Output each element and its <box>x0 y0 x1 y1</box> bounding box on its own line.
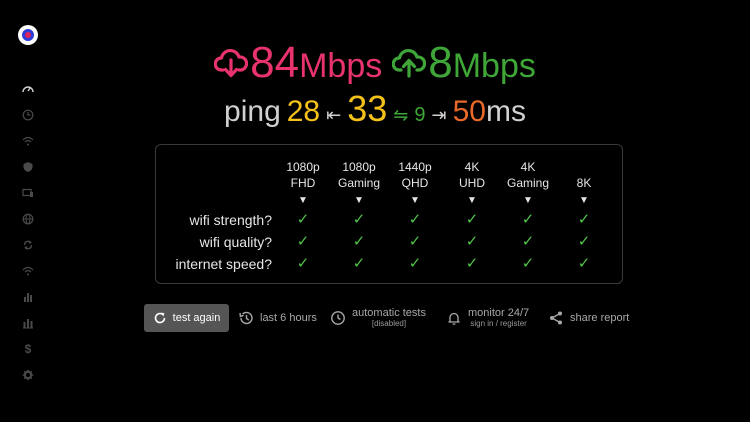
quality-card: 1080p FHD ▼ 1080p Gaming ▼ 1440p QHD ▼ 4… <box>155 144 623 284</box>
gear-icon[interactable] <box>21 368 35 382</box>
check-icon: ✓ <box>521 211 535 228</box>
upload-unit: Mbps <box>452 47 536 85</box>
column-header: 8K ▼ <box>554 159 614 209</box>
upload-value: 8 <box>428 38 453 87</box>
dollar-icon[interactable]: $ <box>21 342 35 356</box>
check-icon: ✓ <box>408 211 422 228</box>
column-line1: 1080p <box>286 160 320 174</box>
last-hours-button[interactable]: last 6 hours <box>238 304 317 332</box>
column-header: 1080p Gaming ▼ <box>329 159 389 209</box>
row-label-internet-speed: internet speed? <box>175 256 272 272</box>
column-line1: 4K <box>520 160 536 174</box>
download-speed: 84 Mbps <box>214 41 382 85</box>
ping-label: ping <box>224 95 281 128</box>
speed-results: 84 Mbps 8 Mbps <box>0 34 750 92</box>
check-icon: ✓ <box>352 255 366 272</box>
check-icon: ✓ <box>352 233 366 250</box>
column-marker-icon: ▼ <box>467 195 477 206</box>
check-icon: ✓ <box>521 255 535 272</box>
column-header: 1440p QHD ▼ <box>385 159 445 209</box>
check-icon: ✓ <box>577 233 591 250</box>
ping-unit: ms <box>485 95 526 128</box>
globe-icon[interactable] <box>21 212 35 226</box>
column-marker-icon: ▼ <box>298 195 308 206</box>
check-icon: ✓ <box>296 255 310 272</box>
column-line1: 1440p <box>398 160 432 174</box>
monitor-label: monitor 24/7 <box>468 307 530 319</box>
cloud-download-icon <box>214 48 249 78</box>
clock-icon <box>331 311 345 325</box>
wifi-signal-icon[interactable] <box>21 134 35 148</box>
devices-icon[interactable] <box>21 186 35 200</box>
refresh-icon <box>154 312 165 324</box>
column-header: 1080p FHD ▼ <box>273 159 333 209</box>
check-icon: ✓ <box>296 211 310 228</box>
column-line2: QHD <box>401 176 429 190</box>
sync-icon[interactable] <box>21 238 35 252</box>
column-line2: FHD <box>290 176 316 190</box>
check-icon: ✓ <box>465 211 479 228</box>
column-header: 4K UHD ▼ <box>442 159 502 209</box>
monitor-sub-label: sign in / register <box>470 319 527 328</box>
arrow-right-icon: ⇥ <box>431 105 447 125</box>
history-icon <box>239 311 253 325</box>
check-icon: ✓ <box>577 211 591 228</box>
action-bar: test again last 6 hours automatic tests … <box>144 304 644 332</box>
wifi-icon[interactable] <box>21 264 35 278</box>
download-value: 84 <box>250 38 300 87</box>
check-icon: ✓ <box>521 233 535 250</box>
test-again-button[interactable]: test again <box>144 304 229 332</box>
monitor-button[interactable]: monitor 24/7 sign in / register <box>446 304 529 332</box>
ping-max: 50 <box>452 95 486 128</box>
last-hours-label: last 6 hours <box>260 312 317 324</box>
arrow-left-icon: ⇤ <box>326 105 342 125</box>
check-icon: ✓ <box>408 233 422 250</box>
column-marker-icon: ▼ <box>523 195 533 206</box>
cloud-upload-icon <box>392 48 427 78</box>
ping-min: 28 <box>286 95 321 128</box>
check-icon: ✓ <box>577 255 591 272</box>
row-label-wifi-quality: wifi quality? <box>199 234 272 250</box>
column-line2: 8K <box>576 176 592 190</box>
share-icon <box>550 311 562 325</box>
share-report-label: share report <box>570 312 630 324</box>
jitter-arrows-icon: ⇋ <box>393 105 409 125</box>
bar-chart-icon[interactable] <box>21 290 35 304</box>
column-marker-icon: ▼ <box>410 195 420 206</box>
check-icon: ✓ <box>465 255 479 272</box>
check-icon: ✓ <box>352 211 366 228</box>
stacked-chart-icon[interactable] <box>21 316 35 330</box>
share-report-button[interactable]: share report <box>548 304 629 332</box>
column-line2: Gaming <box>506 176 550 190</box>
automatic-tests-label: automatic tests <box>352 307 426 319</box>
check-icon: ✓ <box>296 233 310 250</box>
column-line1: 1080p <box>342 160 376 174</box>
automatic-tests-status: [disabled] <box>371 319 407 328</box>
automatic-tests-button[interactable]: automatic tests [disabled] <box>330 304 426 332</box>
shield-icon[interactable] <box>21 160 35 174</box>
column-line1: 4K <box>464 160 480 174</box>
ping-average: 33 <box>347 88 388 129</box>
column-marker-icon: ▼ <box>579 195 589 206</box>
check-icon: ✓ <box>408 255 422 272</box>
column-line2: Gaming <box>337 176 381 190</box>
download-unit: Mbps <box>299 47 383 85</box>
test-again-label: test again <box>172 312 221 324</box>
check-icon: ✓ <box>465 233 479 250</box>
column-header: 4K Gaming ▼ <box>498 159 558 209</box>
bell-icon <box>448 312 460 325</box>
row-label-wifi-strength: wifi strength? <box>189 212 272 228</box>
monitor-text: monitor 24/7 sign in / register <box>468 307 529 329</box>
column-marker-icon: ▼ <box>354 195 364 206</box>
upload-speed: 8 Mbps <box>392 41 536 85</box>
column-line2: UHD <box>459 176 485 190</box>
automatic-tests-text: automatic tests [disabled] <box>352 307 426 329</box>
ping-results: ping 28 ⇤ 33 ⇋ 9 ⇥ 50ms <box>0 88 750 132</box>
ping-jitter: 9 <box>414 104 426 126</box>
